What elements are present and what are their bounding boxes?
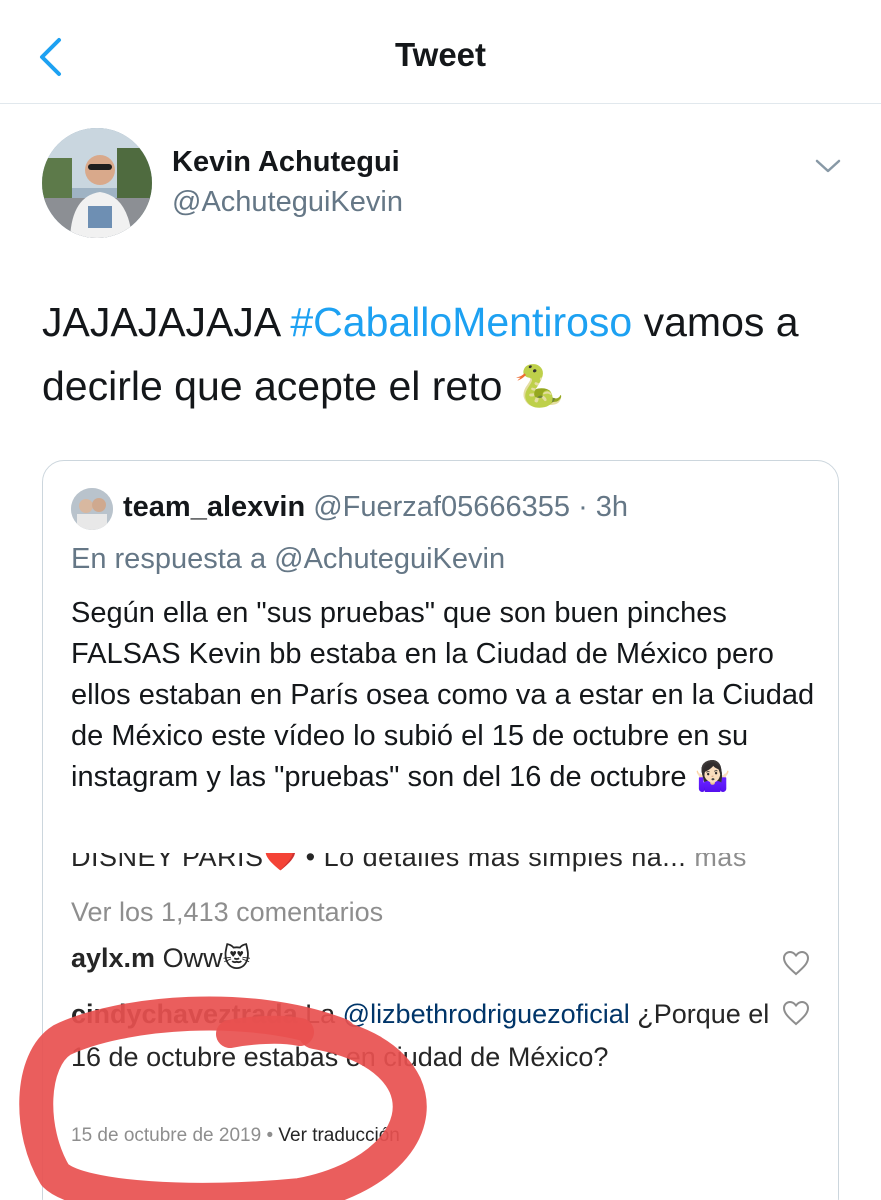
view-all-comments: Ver los 1,413 comentarios: [71, 897, 384, 927]
heart-icon: [782, 950, 810, 976]
instagram-caption: DISNEY PARIS❤️ • Lo detalles mas simples…: [71, 853, 747, 873]
page-title: Tweet: [394, 36, 487, 73]
hashtag-link[interactable]: #CaballoMentiroso: [290, 299, 632, 345]
tweet-menu-button[interactable]: [814, 154, 842, 178]
quoted-tweet[interactable]: team_alexvin @Fuerzaf05666355 · 3h En re…: [42, 460, 839, 1200]
quoted-handle: @Fuerzaf05666355: [313, 491, 571, 523]
caption-text: DISNEY PARIS❤️ • Lo detalles mas simples…: [71, 853, 687, 872]
tweet-text-start: JAJAJAJAJA: [42, 299, 291, 345]
comment-1: aylx.m Oww😻: [71, 943, 251, 974]
avatar[interactable]: [42, 128, 152, 238]
avatar-image: [42, 128, 152, 238]
caption-more: más: [686, 853, 747, 872]
nav-bar: Tweet: [0, 0, 881, 104]
tweet-text: JAJAJAJAJA #CaballoMentiroso vamos a dec…: [42, 290, 852, 418]
heart-icon: [782, 1000, 810, 1026]
tweet-author: Kevin Achutegui @AchuteguiKevin: [42, 128, 842, 240]
instagram-screenshot[interactable]: DISNEY PARIS❤️ • Lo detalles mas simples…: [43, 853, 838, 1200]
quoted-text: Según ella en "sus pruebas" que son buen…: [71, 593, 831, 798]
comment-2-prefix: La: [297, 999, 343, 1029]
comment-1-user: aylx.m: [71, 943, 156, 973]
quoted-separator: ·: [570, 491, 596, 523]
quoted-name: team_alexvin: [123, 491, 306, 523]
quoted-avatar: [71, 488, 113, 530]
quoted-time: 3h: [595, 491, 629, 523]
author-name[interactable]: Kevin Achutegui: [172, 146, 400, 179]
comment-2-mention: @lizbethrodriguezoficial: [342, 999, 630, 1029]
chevron-down-icon: [815, 159, 841, 173]
date-text: 15 de octubre de 2019: [71, 1125, 262, 1146]
quoted-header: team_alexvin @Fuerzaf05666355 · 3h: [123, 491, 628, 524]
comment-date: 15 de octubre de 2019 • Ver traducción: [71, 1125, 400, 1147]
author-handle[interactable]: @AchuteguiKevin: [172, 186, 403, 219]
snake-emoji: 🐍: [513, 363, 565, 409]
date-separator: •: [261, 1125, 279, 1146]
comment-1-text: Oww😻: [155, 943, 251, 973]
comment-2-user: cindychaveztrada: [71, 999, 298, 1029]
shrug-emoji: 🤷🏻‍♀️: [694, 761, 731, 793]
reply-context: En respuesta a @AchuteguiKevin: [71, 543, 506, 575]
comment-2: cindychaveztrada La @lizbethrodriguezofi…: [71, 993, 771, 1079]
translate-link: Ver traducción: [278, 1125, 400, 1146]
